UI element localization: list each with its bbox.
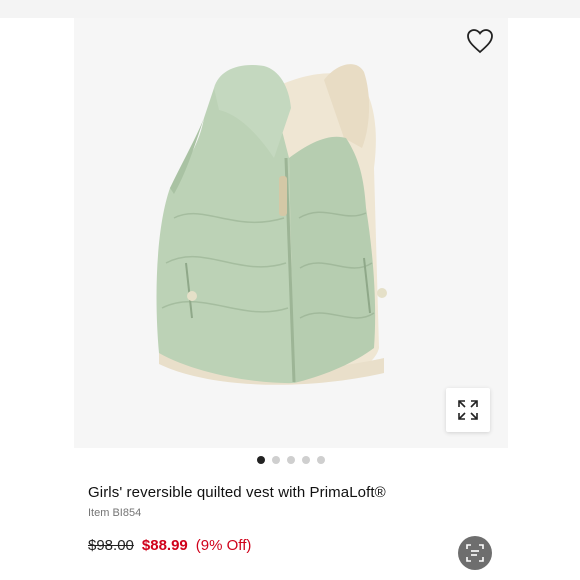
discount-label: (9% Off): [195, 537, 252, 554]
left-margin: [0, 18, 74, 580]
vest-illustration: [156, 64, 387, 385]
gallery-dot-3[interactable]: [287, 456, 295, 464]
sale-price: $88.99: [141, 537, 188, 554]
top-strip: [0, 0, 580, 18]
product-image[interactable]: [74, 18, 508, 448]
right-margin: [508, 18, 580, 580]
heart-outline-icon[interactable]: [466, 28, 494, 54]
visual-search-icon[interactable]: [458, 536, 492, 570]
product-card: Girls' reversible quilted vest with Prim…: [74, 18, 508, 580]
gallery-dot-2[interactable]: [272, 456, 280, 464]
item-number: Item BI854: [88, 507, 142, 519]
expand-arrows-icon[interactable]: [446, 388, 490, 432]
gallery-dot-5[interactable]: [317, 456, 325, 464]
price-row: $98.00 $88.99 (9% Off): [88, 537, 251, 554]
gallery-pagination: [74, 456, 508, 468]
gallery-dot-1[interactable]: [257, 456, 265, 464]
original-price: $98.00: [88, 537, 134, 554]
gallery-dot-4[interactable]: [302, 456, 310, 464]
product-title: Girls' reversible quilted vest with Prim…: [88, 484, 386, 501]
